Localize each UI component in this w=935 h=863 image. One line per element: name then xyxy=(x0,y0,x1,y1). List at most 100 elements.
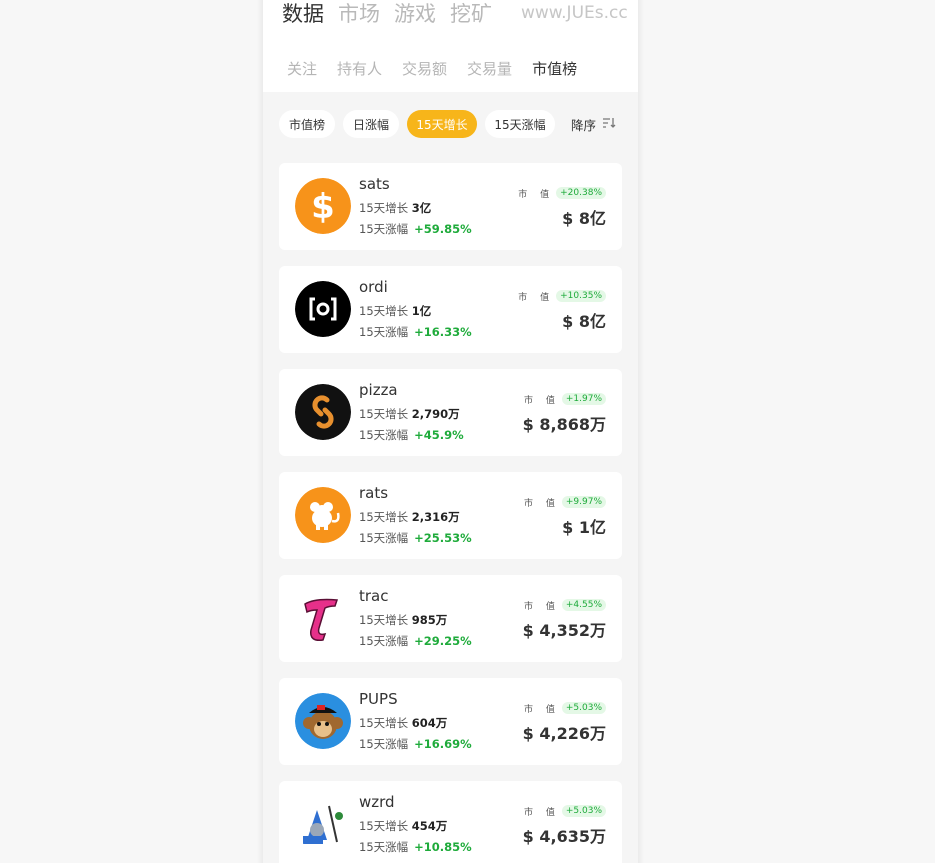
token-name: trac xyxy=(359,587,389,605)
token-card-ordi[interactable]: ordi 15天增长 1亿 15天涨幅 +16.33% 市 值 +10.35% $ … xyxy=(279,266,622,353)
chip-15d-growth[interactable]: 15天增长 xyxy=(407,110,477,138)
cap-label: 市 值 xyxy=(523,601,560,612)
token-name: rats xyxy=(359,484,389,502)
rise-label: 15天涨幅 xyxy=(359,531,409,545)
market-cap-value: $ 4,635万 xyxy=(522,827,606,846)
trac-logo-icon xyxy=(295,590,351,646)
market-cap-value: $ 8,868万 xyxy=(522,415,606,434)
sort-label: 降序 xyxy=(571,117,597,133)
growth-value: 2,316万 xyxy=(411,510,460,524)
growth-label: 15天增长 xyxy=(359,304,409,318)
cap-label: 市 值 xyxy=(523,395,560,406)
token-name: sats xyxy=(359,175,390,193)
rise-label: 15天涨幅 xyxy=(359,840,409,854)
cap-change-badge: +5.03% xyxy=(561,702,606,714)
chip-market-cap[interactable]: 市值榜 xyxy=(279,110,335,138)
growth-value: 1亿 xyxy=(411,304,432,318)
rise-value: +59.85% xyxy=(414,222,472,236)
cap-label: 市 值 xyxy=(518,292,555,303)
market-cap-value: $ 4,226万 xyxy=(522,724,606,743)
sort-toggle[interactable]: 降序 xyxy=(571,115,616,134)
rise-line: 15天涨幅 +59.85% xyxy=(359,221,472,237)
growth-label: 15天增长 xyxy=(359,407,409,421)
token-name: pizza xyxy=(359,381,398,399)
rise-value: +10.85% xyxy=(414,840,472,854)
ordi-logo-icon xyxy=(295,281,351,337)
market-cap-block: 市 值 +20.38% $ 8亿 xyxy=(518,185,606,229)
dollar-coin-icon: $ xyxy=(295,178,351,234)
app-frame: 数据 市场 游戏 挖矿 www.JUEs.cc 关注 持有人 交易额 交易量 市… xyxy=(263,0,638,863)
chip-daily-rise[interactable]: 日涨幅 xyxy=(343,110,399,138)
rise-line: 15天涨幅 +45.9% xyxy=(359,427,464,443)
sub-tab-market-cap-rank[interactable]: 市值榜 xyxy=(532,58,577,79)
frame-shadow-right xyxy=(638,0,644,863)
growth-value: 2,790万 xyxy=(411,407,460,421)
token-card-pups[interactable]: PUPS 15天增长 604万 15天涨幅 +16.69% 市 值 +5.03% $… xyxy=(279,678,622,765)
chip-15d-rise[interactable]: 15天涨幅 xyxy=(485,110,555,138)
growth-value: 985万 xyxy=(411,613,448,627)
growth-label: 15天增长 xyxy=(359,819,409,833)
token-name: PUPS xyxy=(359,690,398,708)
top-navigation: 数据 市场 游戏 挖矿 www.JUEs.cc 关注 持有人 交易额 交易量 市… xyxy=(263,0,638,92)
token-name: ordi xyxy=(359,278,388,296)
growth-line: 15天增长 985万 xyxy=(359,612,447,628)
growth-label: 15天增长 xyxy=(359,613,409,627)
cap-change-badge: +1.97% xyxy=(561,393,606,405)
token-card-wzrd[interactable]: wzrd 15天增长 454万 15天涨幅 +10.85% 市 值 +5.03% $… xyxy=(279,781,622,863)
growth-line: 15天增长 2,790万 xyxy=(359,406,460,422)
pizza-logo-icon xyxy=(295,384,351,440)
token-card-pizza[interactable]: pizza 15天增长 2,790万 15天涨幅 +45.9% 市 值 +1.97%… xyxy=(279,369,622,456)
growth-line: 15天增长 2,316万 xyxy=(359,509,460,525)
sub-tab-follow[interactable]: 关注 xyxy=(287,58,317,79)
cap-change-badge: +5.03% xyxy=(561,805,606,817)
market-cap-value: $ 4,352万 xyxy=(522,621,606,640)
market-cap-block: 市 值 +4.55% $ 4,352万 xyxy=(523,597,606,641)
market-cap-value: $ 8亿 xyxy=(562,209,606,228)
rise-line: 15天涨幅 +16.69% xyxy=(359,736,472,752)
rise-label: 15天涨幅 xyxy=(359,737,409,751)
cap-label: 市 值 xyxy=(518,189,555,200)
market-cap-block: 市 值 +5.03% $ 4,635万 xyxy=(523,803,606,847)
rise-value: +16.33% xyxy=(414,325,472,339)
growth-line: 15天增长 1亿 xyxy=(359,303,431,319)
sub-tabs: 关注 持有人 交易额 交易量 市值榜 xyxy=(287,56,577,80)
market-cap-block: 市 值 +10.35% $ 8亿 xyxy=(518,288,606,332)
main-tab-market[interactable]: 市场 xyxy=(338,0,380,28)
rise-label: 15天涨幅 xyxy=(359,222,409,236)
rise-value: +16.69% xyxy=(414,737,472,751)
svg-text:$: $ xyxy=(311,187,335,227)
sub-tab-trade-volume[interactable]: 交易量 xyxy=(467,58,512,79)
rise-label: 15天涨幅 xyxy=(359,428,409,442)
main-tab-mining[interactable]: 挖矿 xyxy=(450,0,492,28)
growth-line: 15天增长 3亿 xyxy=(359,200,431,216)
growth-label: 15天增长 xyxy=(359,201,409,215)
token-card-trac[interactable]: trac 15天增长 985万 15天涨幅 +29.25% 市 值 +4.55% $… xyxy=(279,575,622,662)
rise-value: +25.53% xyxy=(414,531,472,545)
growth-value: 3亿 xyxy=(411,201,432,215)
site-watermark: www.JUEs.cc xyxy=(521,3,628,23)
cap-change-badge: +20.38% xyxy=(556,187,606,199)
growth-value: 454万 xyxy=(411,819,448,833)
cap-change-badge: +4.55% xyxy=(561,599,606,611)
cap-change-badge: +10.35% xyxy=(556,290,606,302)
main-tab-games[interactable]: 游戏 xyxy=(394,0,436,28)
main-tab-data[interactable]: 数据 xyxy=(282,0,324,28)
token-card-sats[interactable]: $ sats 15天增长 3亿 15天涨幅 +59.85% 市 值 +20.38% … xyxy=(279,163,622,250)
market-cap-block: 市 值 +5.03% $ 4,226万 xyxy=(523,700,606,744)
rat-icon xyxy=(295,487,351,543)
growth-value: 604万 xyxy=(411,716,448,730)
rise-line: 15天涨幅 +16.33% xyxy=(359,324,472,340)
rise-line: 15天涨幅 +25.53% xyxy=(359,530,472,546)
growth-line: 15天增长 604万 xyxy=(359,715,447,731)
cap-label: 市 值 xyxy=(523,704,560,715)
main-tabs: 数据 市场 游戏 挖矿 xyxy=(282,0,492,31)
wizard-icon xyxy=(295,796,351,852)
growth-label: 15天增长 xyxy=(359,510,409,524)
token-card-rats[interactable]: rats 15天增长 2,316万 15天涨幅 +25.53% 市 值 +9.97%… xyxy=(279,472,622,559)
sub-tab-holders[interactable]: 持有人 xyxy=(337,58,382,79)
sub-tab-trade-amount[interactable]: 交易额 xyxy=(402,58,447,79)
rise-line: 15天涨幅 +10.85% xyxy=(359,839,472,855)
rise-value: +45.9% xyxy=(414,428,464,442)
sort-descending-icon xyxy=(602,117,616,132)
rise-value: +29.25% xyxy=(414,634,472,648)
